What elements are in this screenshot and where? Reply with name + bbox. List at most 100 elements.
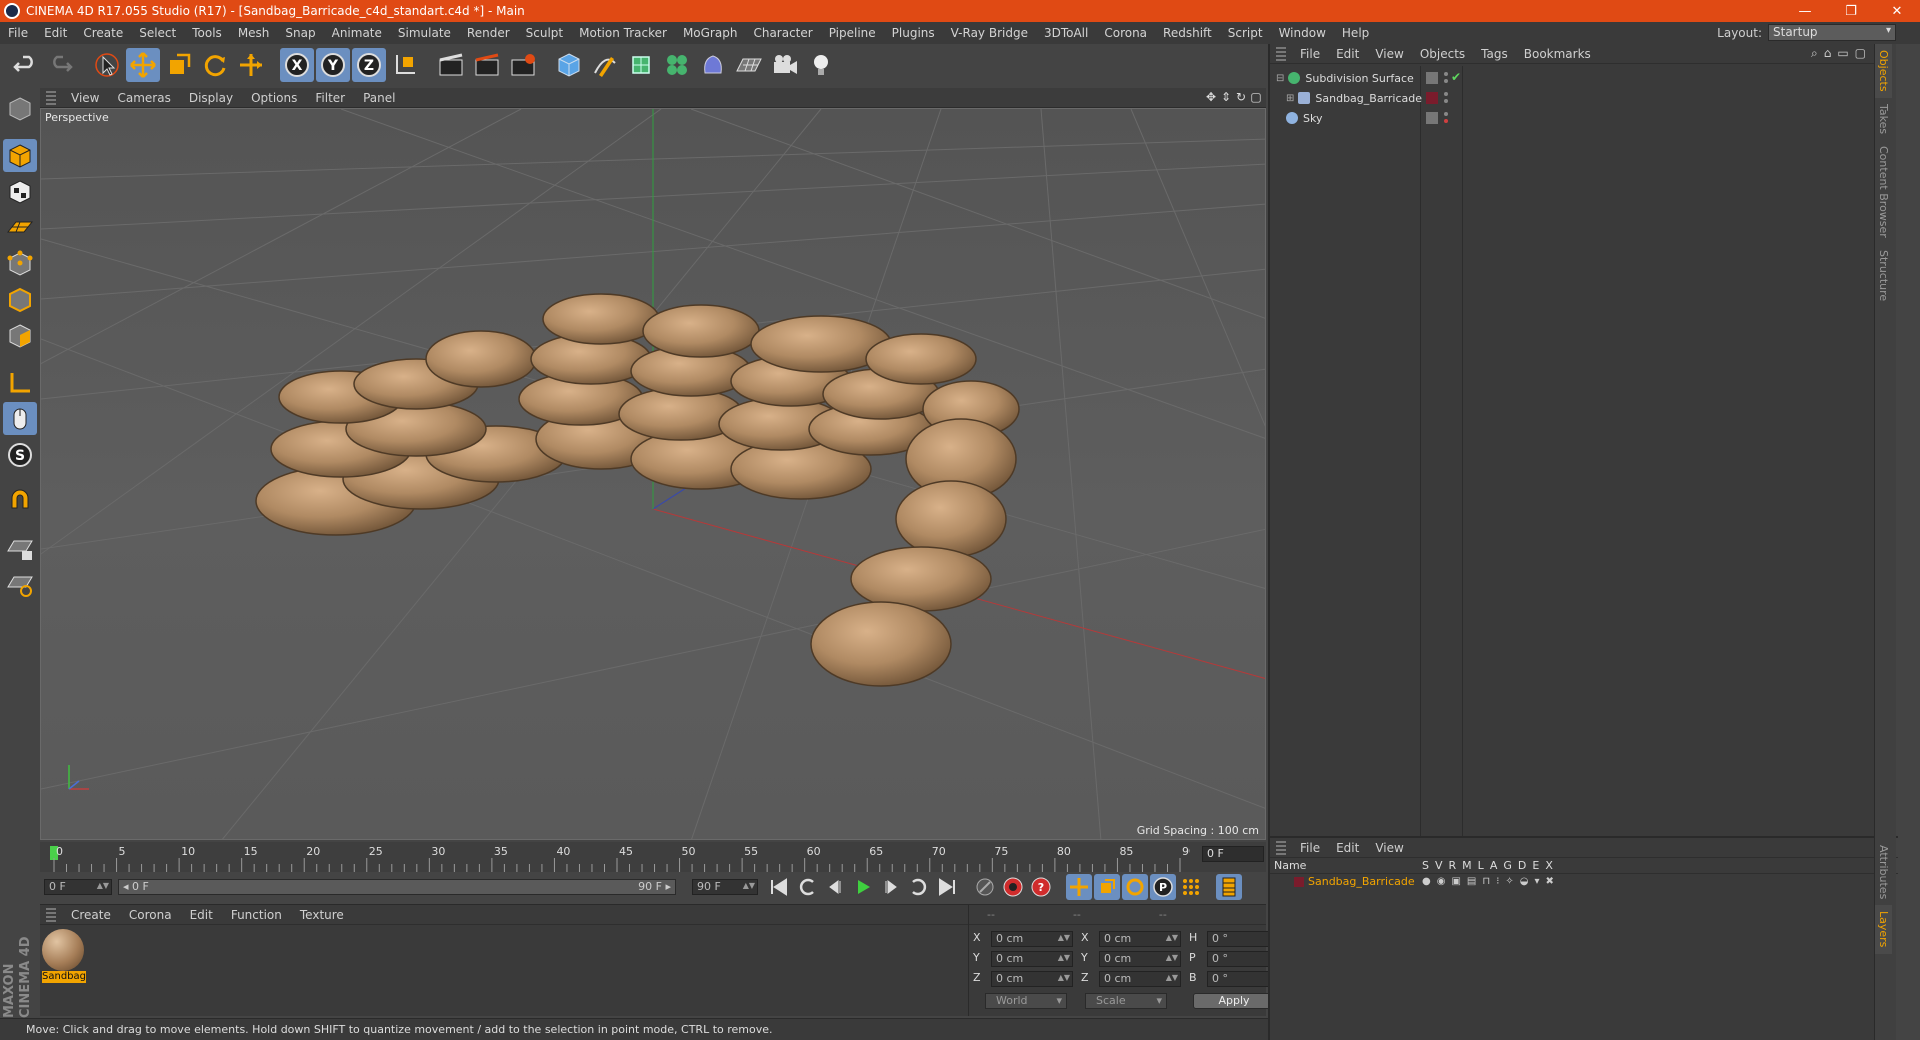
add-camera-button[interactable] [768,48,802,82]
column-xref[interactable]: X [1545,859,1553,872]
new-view-icon[interactable]: ▭ [1837,46,1848,61]
start-frame-field[interactable]: 0 F ▲▼ [44,879,112,895]
workplane-mode-button[interactable] [3,211,37,244]
size-x-field[interactable]: 0 cm ▲▼ [1099,931,1181,947]
y-axis-lock-button[interactable]: Y [316,48,350,82]
material-menu-function[interactable]: Function [222,908,291,922]
layers-menu-view[interactable]: View [1367,841,1411,855]
menu-plugins[interactable]: Plugins [884,26,943,40]
maximize-panel-icon[interactable]: ▢ [1855,46,1866,61]
add-cube-button[interactable] [552,48,586,82]
previous-key-button[interactable] [794,874,820,900]
preview-range-slider[interactable]: ◂ 0 F 90 F ▸ [118,879,676,895]
key-position-button[interactable] [1066,874,1092,900]
move-tool[interactable] [126,48,160,82]
perspective-viewport[interactable]: Perspective Grid Spacing : 100 cm [40,108,1266,840]
layer-tag-icon[interactable] [1426,72,1438,84]
menu-sculpt[interactable]: Sculpt [518,26,571,40]
model-mode-button[interactable] [3,139,37,172]
objects-menu-file[interactable]: File [1292,47,1328,61]
solo-icon[interactable]: ● [1422,876,1431,887]
add-light-button[interactable] [804,48,838,82]
deformer-icon[interactable]: ◒ [1520,876,1529,887]
next-frame-button[interactable] [878,874,904,900]
go-to-end-button[interactable] [934,874,960,900]
editor-visibility-dot[interactable] [1444,72,1448,76]
expand-icon[interactable]: ⊞ [1286,93,1294,104]
render-visibility-dot[interactable] [1444,79,1448,83]
texture-mode-button[interactable] [3,175,37,208]
menu-simulate[interactable]: Simulate [390,26,459,40]
render-icon[interactable]: ▣ [1451,876,1460,887]
viewport-menu-options[interactable]: Options [242,91,306,105]
apply-button[interactable]: Apply [1193,993,1275,1009]
editor-visibility-dot[interactable] [1444,92,1448,96]
objects-menu-tags[interactable]: Tags [1473,47,1516,61]
viewport-menu-filter[interactable]: Filter [306,91,354,105]
object-row-sandbag-barricade[interactable]: ⊞ Sandbag_Barricade [1270,88,1898,108]
edges-mode-button[interactable] [3,283,37,316]
menu-select[interactable]: Select [131,26,184,40]
render-view-button[interactable] [434,48,468,82]
menu-mograph[interactable]: MoGraph [675,26,746,40]
tab-layers[interactable]: Layers [1875,905,1892,954]
layout-dropdown[interactable]: Startup [1768,24,1896,41]
object-row-sky[interactable]: Sky [1270,108,1898,128]
tweak-mode-button[interactable] [3,402,37,435]
layer-color-swatch[interactable] [1294,877,1304,887]
planar-workplane-button[interactable] [3,568,37,601]
objects-menu-view[interactable]: View [1367,47,1411,61]
menu-3dtoall[interactable]: 3DToAll [1036,26,1096,40]
menu-help[interactable]: Help [1334,26,1377,40]
column-generators[interactable]: G [1503,859,1512,872]
menu-create[interactable]: Create [75,26,131,40]
home-icon[interactable]: ⌂ [1824,46,1832,61]
object-panel-grip[interactable] [1276,46,1286,61]
editor-visibility-dot[interactable] [1444,112,1448,116]
add-cloner-button[interactable] [660,48,694,82]
timeline-window-button[interactable] [1216,874,1242,900]
objects-menu-edit[interactable]: Edit [1328,47,1367,61]
live-selection-tool[interactable] [90,48,124,82]
recent-tool[interactable] [234,48,268,82]
search-icon[interactable]: ⌕ [1811,46,1818,61]
sandbag-barricade-model[interactable] [255,293,1020,687]
snap-settings-button[interactable]: S [3,438,37,471]
menu-edit[interactable]: Edit [36,26,75,40]
make-editable-button[interactable] [3,92,37,125]
column-manager[interactable]: M [1462,859,1472,872]
locked-workplane-button[interactable] [3,532,37,565]
menu-tools[interactable]: Tools [184,26,230,40]
layer-tag-icon[interactable] [1426,112,1438,124]
render-visibility-dot[interactable] [1444,99,1448,103]
generator-icon[interactable]: ✧ [1505,876,1513,887]
render-settings-button[interactable] [506,48,540,82]
undo-button[interactable] [8,48,42,82]
menu-file[interactable]: File [0,26,36,40]
object-row-subdivision-surface[interactable]: ⊟ Subdivision Surface ✔ [1270,68,1898,88]
panel-grip[interactable] [46,90,56,105]
menu-vray-bridge[interactable]: V-Ray Bridge [943,26,1036,40]
position-y-field[interactable]: 0 cm ▲▼ [991,951,1073,967]
menu-motion-tracker[interactable]: Motion Tracker [571,26,675,40]
layer-row[interactable]: Sandbag_Barricade ● ◉ ▣ ▤ ⊓ ⁝ ✧ ◒ ▾ ✖ [1270,874,1898,890]
tab-takes[interactable]: Takes [1875,98,1892,140]
enabled-check-icon[interactable]: ✔ [1451,70,1461,84]
play-button[interactable] [850,874,876,900]
column-deformers[interactable]: D [1518,859,1526,872]
layers-menu-edit[interactable]: Edit [1328,841,1367,855]
restore-button[interactable]: ❐ [1828,0,1874,22]
lock-icon[interactable]: ⊓ [1482,876,1490,887]
coordinate-system-button[interactable] [388,48,422,82]
coordinate-space-dropdown[interactable]: World [985,993,1067,1009]
key-rotation-button[interactable] [1122,874,1148,900]
pan-view-icon[interactable]: ✥ [1205,90,1217,104]
key-point-level-button[interactable] [1178,874,1204,900]
add-subdivision-surface-button[interactable] [624,48,658,82]
viewport-menu-panel[interactable]: Panel [354,91,404,105]
menu-corona[interactable]: Corona [1096,26,1155,40]
objects-menu-objects[interactable]: Objects [1412,47,1473,61]
menu-window[interactable]: Window [1271,26,1334,40]
column-expressions[interactable]: E [1532,859,1539,872]
size-mode-dropdown[interactable]: Scale [1085,993,1167,1009]
